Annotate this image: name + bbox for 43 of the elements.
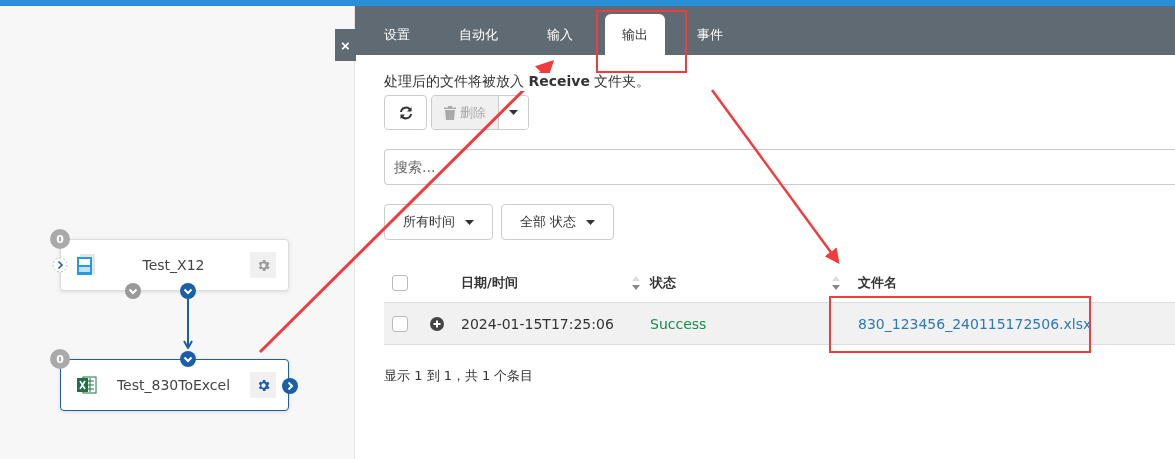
column-header: 文件名 bbox=[858, 274, 897, 292]
output-port-icon[interactable] bbox=[125, 283, 141, 299]
pagination-info: 显示 1 到 1，共 1 个条目 bbox=[384, 367, 535, 385]
refresh-button[interactable] bbox=[384, 95, 427, 130]
node-name: Test_X12 bbox=[141, 257, 206, 273]
connector-arrow bbox=[183, 299, 193, 349]
header-cell[interactable]: 文件名 bbox=[850, 274, 1175, 292]
close-button[interactable]: × bbox=[335, 29, 356, 61]
filter-dropdown[interactable]: 所有时间 bbox=[384, 204, 493, 240]
expand-icon[interactable] bbox=[430, 316, 444, 331]
file-link[interactable]: 830_123456_240115172506.xlsx bbox=[850, 315, 1092, 332]
input-port-icon[interactable] bbox=[52, 257, 68, 273]
column-header: 状态 bbox=[650, 274, 676, 292]
trash-icon bbox=[444, 105, 456, 120]
tab[interactable]: 设置 bbox=[367, 14, 427, 55]
sort-icon[interactable] bbox=[632, 275, 640, 291]
input-port-icon[interactable] bbox=[180, 351, 196, 367]
row-checkbox[interactable] bbox=[392, 315, 408, 332]
settings-button[interactable] bbox=[250, 372, 276, 398]
caret-icon bbox=[509, 110, 518, 115]
output-port-icon[interactable] bbox=[180, 283, 196, 299]
count-badge: 0 bbox=[50, 349, 70, 369]
sort-icon[interactable] bbox=[832, 275, 840, 291]
filter-dropdown[interactable]: 全部 状态 bbox=[501, 204, 615, 240]
tab[interactable]: 输入 bbox=[530, 14, 590, 55]
header-cell[interactable]: 日期/时间 bbox=[455, 274, 650, 292]
column-header: 日期/时间 bbox=[461, 274, 518, 292]
search-field[interactable]: 搜索... bbox=[384, 149, 1175, 185]
node-name: Test_830ToExcel bbox=[115, 377, 232, 393]
tab[interactable]: 输出 bbox=[605, 14, 665, 55]
tab[interactable]: 自动化 bbox=[442, 14, 515, 55]
refresh-icon bbox=[398, 105, 413, 120]
table-cell-text: 2024-01-15T17:25:06 bbox=[460, 315, 615, 332]
document-icon bbox=[77, 254, 97, 276]
count-badge: 0 bbox=[50, 229, 70, 249]
caret-icon bbox=[465, 219, 474, 225]
output-port-icon[interactable] bbox=[282, 378, 298, 394]
select-all-checkbox[interactable] bbox=[392, 275, 408, 291]
tab[interactable]: 事件 bbox=[680, 14, 740, 55]
spreadsheet-icon bbox=[77, 375, 97, 395]
caret-icon bbox=[586, 219, 596, 225]
status-text: Success bbox=[650, 315, 708, 332]
header-cell[interactable]: 状态 bbox=[650, 274, 850, 292]
